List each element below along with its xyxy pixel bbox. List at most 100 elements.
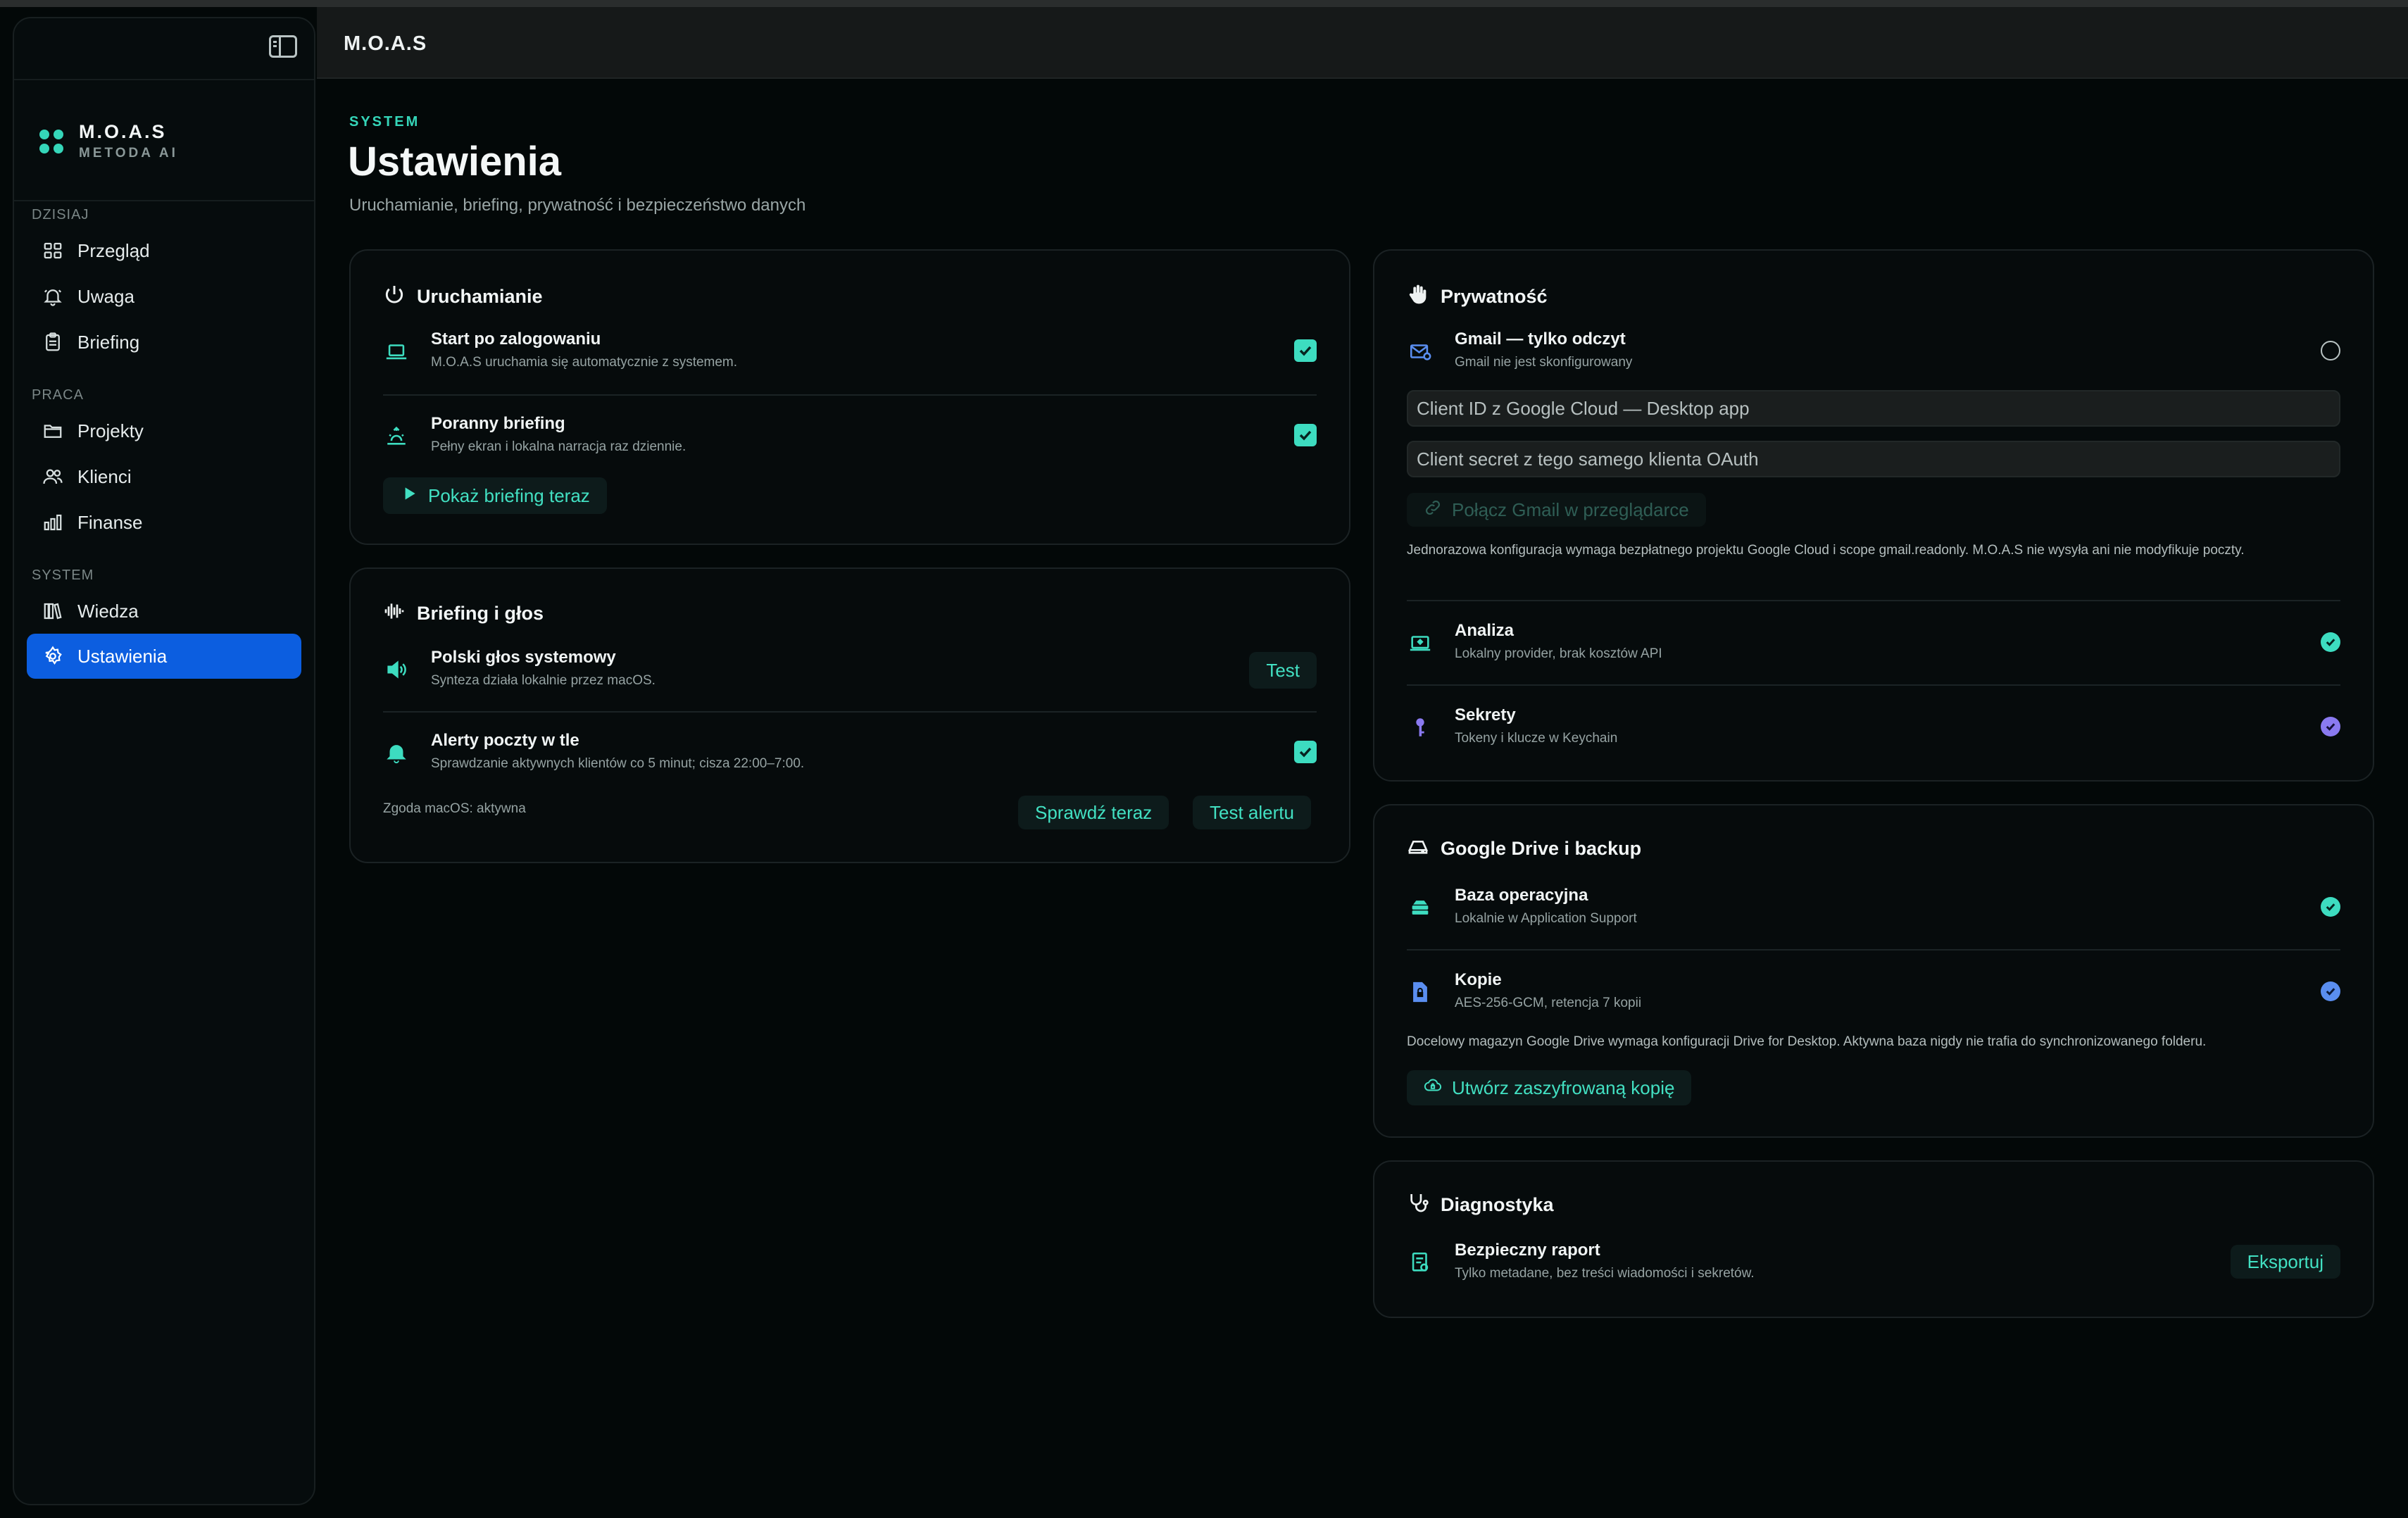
button-label: Utwórz zaszyfrowaną kopię bbox=[1452, 1077, 1675, 1098]
secrets-ok-indicator bbox=[2321, 717, 2340, 736]
card-title: Prywatność bbox=[1441, 286, 1548, 307]
laptop-icon bbox=[383, 338, 410, 365]
test-alert-button[interactable]: Test alertu bbox=[1193, 796, 1311, 829]
setting-title: Sekrety bbox=[1455, 705, 1516, 724]
setting-description: Tylko metadane, bez treści wiadomości i … bbox=[1455, 1266, 1755, 1281]
sidebar-section-label: DZISIAJ bbox=[32, 207, 89, 222]
client-secret-input[interactable]: Client secret z tego samego klienta OAut… bbox=[1407, 441, 2340, 477]
brand: M.O.A.S METODA AI bbox=[39, 121, 178, 161]
voice-card: Briefing i głos Polski głos systemowy Sy… bbox=[349, 567, 1350, 863]
cloud-lock-icon bbox=[1424, 1077, 1442, 1100]
sidebar-section-label: SYSTEM bbox=[32, 567, 94, 583]
stethoscope-icon bbox=[1407, 1191, 1429, 1219]
page-eyebrow: SYSTEM bbox=[349, 114, 420, 130]
setting-title: Baza operacyjna bbox=[1455, 886, 1588, 905]
sidebar-item-label: Briefing bbox=[77, 331, 140, 353]
show-briefing-button[interactable]: Pokaż briefing teraz bbox=[383, 477, 607, 514]
link-icon bbox=[1424, 498, 1442, 522]
sidebar-divider bbox=[14, 200, 314, 201]
sidebar: M.O.A.S METODA AI DZISIAJ Przegląd Uwaga… bbox=[13, 17, 315, 1505]
test-voice-button[interactable]: Test bbox=[1249, 652, 1317, 689]
setting-title: Bezpieczny raport bbox=[1455, 1241, 1600, 1260]
sidebar-item-klienci[interactable]: Klienci bbox=[27, 454, 301, 499]
sidebar-divider bbox=[14, 79, 314, 80]
users-icon bbox=[41, 465, 65, 489]
sidebar-item-label: Wiedza bbox=[77, 600, 139, 622]
create-backup-button[interactable]: Utwórz zaszyfrowaną kopię bbox=[1407, 1070, 1692, 1105]
logo-icon bbox=[39, 129, 63, 153]
row-divider bbox=[1407, 600, 2340, 601]
setting-title: Analiza bbox=[1455, 621, 1515, 640]
row-divider bbox=[383, 394, 1317, 396]
file-lock-icon bbox=[1407, 979, 1434, 1005]
grid-icon bbox=[41, 239, 65, 263]
sidebar-item-projekty[interactable]: Projekty bbox=[27, 408, 301, 453]
setting-title: Gmail — tylko odczyt bbox=[1455, 330, 1626, 349]
app-header: M.O.A.S bbox=[317, 7, 2408, 79]
sidebar-item-finanse[interactable]: Finanse bbox=[27, 500, 301, 545]
sidebar-item-przeglad[interactable]: Przegląd bbox=[27, 228, 301, 273]
setting-description: Tokeny i klucze w Keychain bbox=[1455, 731, 1618, 746]
drive-note: Docelowy magazyn Google Drive wymaga kon… bbox=[1407, 1034, 2207, 1049]
sidebar-item-label: Finanse bbox=[77, 511, 143, 533]
macos-consent-status: Zgoda macOS: aktywna bbox=[383, 801, 526, 816]
setting-title: Start po zalogowaniu bbox=[431, 330, 601, 349]
card-header: Uruchamianie bbox=[383, 283, 543, 310]
button-label: Połącz Gmail w przeglądarce bbox=[1452, 498, 1689, 520]
app-title: M.O.A.S bbox=[344, 32, 427, 55]
check-now-button[interactable]: Sprawdź teraz bbox=[1018, 796, 1169, 829]
sidebar-item-label: Przegląd bbox=[77, 239, 150, 261]
autostart-checkbox[interactable] bbox=[1294, 339, 1317, 362]
setting-title: Alerty poczty w tle bbox=[431, 731, 579, 750]
card-title: Google Drive i backup bbox=[1441, 838, 1642, 859]
card-header: Prywatność bbox=[1407, 283, 1548, 310]
setting-description: Synteza działa lokalnie przez macOS. bbox=[431, 673, 656, 688]
client-id-input[interactable]: Client ID z Google Cloud — Desktop app bbox=[1407, 390, 2340, 427]
setting-description: Pełny ekran i lokalna narracja raz dzien… bbox=[431, 439, 686, 454]
mail-icon bbox=[1407, 338, 1434, 365]
setting-title: Polski głos systemowy bbox=[431, 648, 616, 667]
report-icon bbox=[1407, 1249, 1434, 1276]
sidebar-item-label: Uwaga bbox=[77, 285, 134, 307]
play-icon bbox=[400, 484, 418, 508]
setting-title: Poranny briefing bbox=[431, 414, 565, 433]
page-subtitle: Uruchamianie, briefing, prywatność i bez… bbox=[349, 196, 806, 215]
row-divider bbox=[383, 711, 1317, 713]
brand-subtitle: METODA AI bbox=[79, 146, 178, 161]
card-header: Diagnostyka bbox=[1407, 1191, 1554, 1219]
sidebar-item-label: Projekty bbox=[77, 420, 144, 441]
bell-icon bbox=[383, 739, 410, 766]
setting-description: M.O.A.S uruchamia się automatycznie z sy… bbox=[431, 355, 738, 370]
speaker-icon bbox=[383, 656, 410, 683]
diagnostics-card: Diagnostyka Bezpieczny raport Tylko meta… bbox=[1373, 1160, 2374, 1318]
card-header: Briefing i głos bbox=[383, 600, 544, 627]
setting-title: Kopie bbox=[1455, 970, 1502, 989]
morning-briefing-checkbox[interactable] bbox=[1294, 424, 1317, 446]
page-title: Ustawienia bbox=[348, 139, 561, 184]
brand-name: M.O.A.S bbox=[79, 121, 167, 142]
drive-card: Google Drive i backup Baza operacyjna Lo… bbox=[1373, 804, 2374, 1138]
startup-card: Uruchamianie Start po zalogowaniu M.O.A.… bbox=[349, 249, 1350, 545]
analysis-ok-indicator bbox=[2321, 632, 2340, 652]
library-icon bbox=[41, 599, 65, 623]
bell-icon bbox=[41, 284, 65, 308]
row-divider bbox=[1407, 949, 2340, 951]
sidebar-item-wiedza[interactable]: Wiedza bbox=[27, 589, 301, 634]
sidebar-item-uwaga[interactable]: Uwaga bbox=[27, 274, 301, 319]
row-divider bbox=[1407, 684, 2340, 686]
card-title: Diagnostyka bbox=[1441, 1194, 1554, 1215]
sidebar-item-ustawienia[interactable]: Ustawienia bbox=[27, 634, 301, 679]
mail-alerts-checkbox[interactable] bbox=[1294, 741, 1317, 763]
export-report-button[interactable]: Eksportuj bbox=[2230, 1245, 2340, 1279]
database-icon bbox=[1407, 894, 1434, 921]
connect-gmail-button[interactable]: Połącz Gmail w przeglądarce bbox=[1407, 493, 1706, 527]
waveform-icon bbox=[383, 600, 406, 627]
chip-icon bbox=[1407, 629, 1434, 656]
button-label: Pokaż briefing teraz bbox=[428, 484, 590, 506]
gmail-setup-note: Jednorazowa konfiguracja wymaga bezpłatn… bbox=[1407, 543, 2245, 558]
power-icon bbox=[383, 283, 406, 310]
sidebar-toggle-icon[interactable] bbox=[269, 35, 297, 58]
card-header: Google Drive i backup bbox=[1407, 835, 1641, 862]
privacy-card: Prywatność Gmail — tylko odczyt Gmail ni… bbox=[1373, 249, 2374, 782]
sidebar-item-briefing[interactable]: Briefing bbox=[27, 320, 301, 365]
